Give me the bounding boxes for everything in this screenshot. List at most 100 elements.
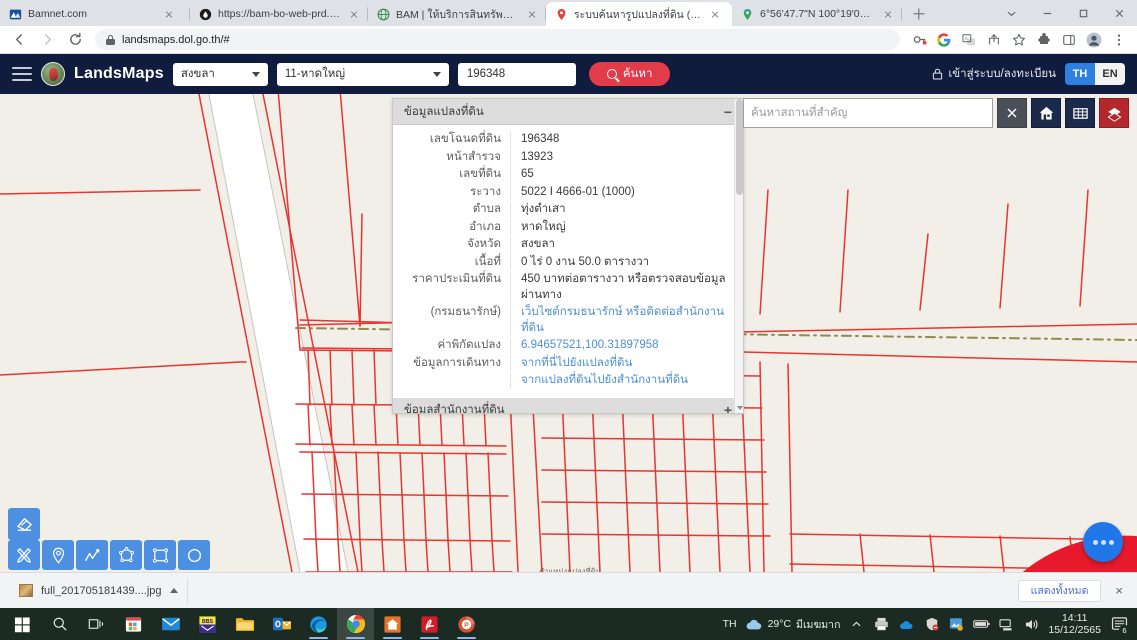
rectangle-tool[interactable] <box>144 540 176 570</box>
notification-center-button[interactable]: 6 <box>1109 614 1130 636</box>
network-icon[interactable] <box>998 616 1015 633</box>
maximize-icon[interactable] <box>1065 0 1101 26</box>
scrollbar-thumb[interactable] <box>736 99 743 195</box>
minimize-icon[interactable] <box>1029 0 1065 26</box>
route-to-parcel-link[interactable]: จากที่นี่ไปยังแปลงที่ดิน <box>511 356 743 372</box>
point-tool[interactable] <box>42 540 74 570</box>
profile-icon[interactable] <box>1082 28 1106 52</box>
tray-expand-icon[interactable] <box>848 616 865 633</box>
search-icon[interactable] <box>41 608 78 640</box>
home-app-icon[interactable] <box>374 608 411 640</box>
browser-window: Bamnet.com https://bam-bo-web-prd.bam.co… <box>0 0 1137 640</box>
polygon-tool[interactable] <box>110 540 142 570</box>
tab-title: ระบบค้นหารูปแปลงที่ดิน (LandsMaps <box>574 8 702 21</box>
layers-button[interactable] <box>1099 98 1129 128</box>
forward-icon[interactable] <box>34 27 60 53</box>
district-select[interactable]: 11-หาดใหญ่ <box>276 62 449 86</box>
browser-tab-3[interactable]: ระบบค้นหารูปแปลงที่ดิน (LandsMaps <box>546 2 732 26</box>
landsmaps-logo <box>41 62 65 86</box>
close-icon[interactable] <box>162 7 176 21</box>
measure-tool[interactable] <box>8 540 40 570</box>
parcel-section-header[interactable]: ข้อมูลแปลงที่ดิน − <box>393 99 743 125</box>
menu-icon[interactable] <box>1107 28 1131 52</box>
security-icon[interactable] <box>923 616 940 633</box>
polyline-tool[interactable] <box>76 540 108 570</box>
grid-button[interactable] <box>1065 98 1095 128</box>
weather-widget[interactable]: 29°C มีเมฆมาก <box>745 616 840 633</box>
row-label: เนื้อที่ <box>393 254 511 270</box>
bbs-icon[interactable]: BBS <box>189 608 226 640</box>
show-all-downloads-button[interactable]: แสดงทั้งหมด <box>1017 579 1102 602</box>
office-section-header[interactable]: ข้อมูลสำนักงานที่ดิน + <box>393 397 743 413</box>
clock[interactable]: 14:11 15/12/2565 <box>1048 612 1101 636</box>
powerpoint-icon[interactable]: P <box>448 608 485 640</box>
acrobat-icon[interactable] <box>411 608 448 640</box>
row-label: ค่าพิกัดแปลง <box>393 338 511 354</box>
edge-icon[interactable] <box>300 608 337 640</box>
download-item[interactable]: full_201705181439....jpg <box>10 577 188 604</box>
reload-icon[interactable] <box>62 27 88 53</box>
row-label: ราคาประเมินที่ดิน <box>393 272 511 303</box>
search-button[interactable]: ค้นหา <box>588 62 671 86</box>
more-dots-icon <box>1100 539 1106 545</box>
close-icon[interactable] <box>708 7 722 21</box>
more-options-fab[interactable] <box>1083 522 1123 562</box>
eraser-tool[interactable] <box>8 508 40 540</box>
parcel-number-input[interactable]: 196348 <box>457 62 576 86</box>
login-link[interactable]: เข้าสู่ระบบ/ลงทะเบียน <box>932 65 1056 83</box>
pencil-ruler-icon <box>16 547 31 563</box>
taskview-icon[interactable] <box>78 608 115 640</box>
extensions-icon[interactable] <box>1032 28 1056 52</box>
circle-tool[interactable] <box>178 540 210 570</box>
province-select[interactable]: สงขลา <box>172 62 268 86</box>
clear-search-button[interactable] <box>997 98 1027 128</box>
close-download-bar-button[interactable]: × <box>1111 583 1127 598</box>
google-icon[interactable] <box>932 28 956 52</box>
route-to-office-link[interactable]: จากแปลงที่ดินไปยังสำนักงานที่ดิน <box>511 373 743 389</box>
volume-icon[interactable] <box>1023 616 1040 633</box>
outlook-icon[interactable] <box>263 608 300 640</box>
place-search-input[interactable]: ค้นหาสถานที่สำคัญ <box>743 98 993 128</box>
chrome-icon[interactable] <box>337 608 374 640</box>
start-icon[interactable] <box>4 608 41 640</box>
browser-tab-4[interactable]: 6°56'47.7"N 100°19'07.7"E - Goo <box>732 2 902 26</box>
input-language[interactable]: TH <box>723 618 737 630</box>
lang-en-button[interactable]: EN <box>1095 63 1125 85</box>
store-icon[interactable] <box>115 608 152 640</box>
collapse-toggle-icon[interactable]: − <box>724 105 732 119</box>
printer-icon[interactable] <box>873 616 890 633</box>
bookmark-star-icon[interactable] <box>1007 28 1031 52</box>
home-extent-button[interactable] <box>1031 98 1061 128</box>
photos-icon[interactable] <box>948 616 965 633</box>
back-icon[interactable] <box>6 27 32 53</box>
sidepanel-icon[interactable] <box>1057 28 1081 52</box>
table-row: จังหวัด สงขลา <box>393 236 743 254</box>
chevron-up-icon[interactable] <box>169 588 178 593</box>
browser-tab-0[interactable]: Bamnet.com <box>0 2 190 26</box>
address-bar[interactable]: landsmaps.dol.go.th/# <box>95 29 900 50</box>
browser-tab-1[interactable]: https://bam-bo-web-prd.bam.co <box>190 2 368 26</box>
password-icon[interactable] <box>907 28 931 52</box>
map-pin-icon[interactable] <box>556 524 1137 572</box>
close-window-icon[interactable] <box>1101 0 1137 26</box>
expand-toggle-icon[interactable]: + <box>724 403 732 413</box>
close-icon[interactable] <box>881 7 895 21</box>
share-icon[interactable] <box>982 28 1006 52</box>
panel-scrollbar[interactable] <box>734 99 743 413</box>
onedrive-icon[interactable] <box>898 616 915 633</box>
mail-icon[interactable] <box>152 608 189 640</box>
browser-tab-2[interactable]: BAM | ให้บริการสินทรัพย์ด้านอสังหาริ <box>368 2 546 26</box>
lang-th-button[interactable]: TH <box>1065 63 1095 85</box>
translate-icon[interactable]: A <box>957 28 981 52</box>
close-icon[interactable] <box>347 7 361 21</box>
coordinates-link[interactable]: 6.94657521,100.31897958 <box>511 338 743 354</box>
hamburger-icon[interactable] <box>12 67 32 81</box>
explorer-icon[interactable] <box>226 608 263 640</box>
svg-text:P: P <box>464 621 469 628</box>
scroll-down-icon[interactable] <box>736 406 743 410</box>
close-icon[interactable] <box>525 7 539 21</box>
chevron-down-icon[interactable] <box>993 0 1029 26</box>
treasury-website-link[interactable]: เว็บไซต์กรมธนารักษ์ หรือติดต่อสำนักงานที… <box>511 305 743 336</box>
new-tab-button[interactable] <box>906 2 932 26</box>
battery-icon[interactable] <box>973 616 991 633</box>
